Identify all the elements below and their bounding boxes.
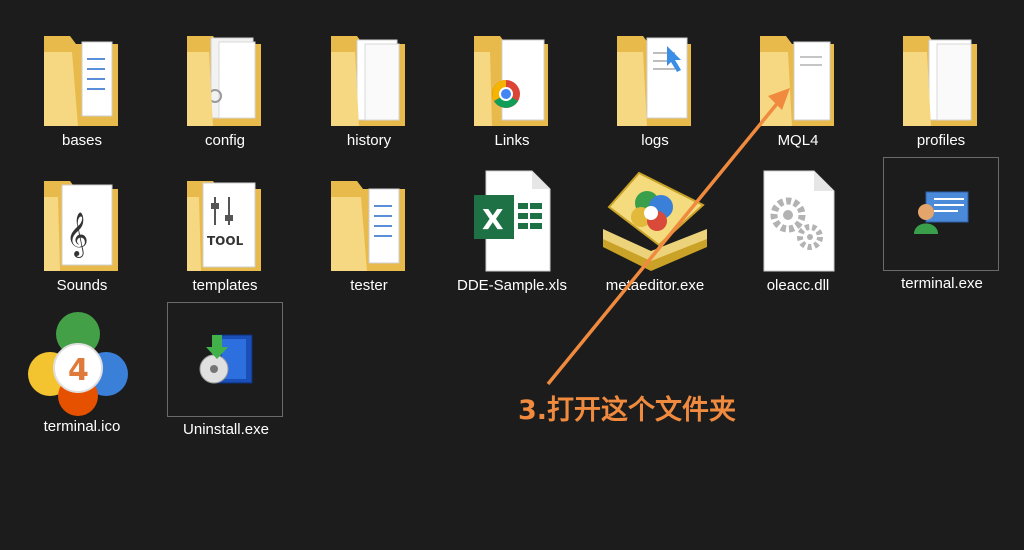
file-label: bases (61, 132, 103, 149)
links-folder-icon (472, 22, 552, 132)
file-item-uninstall-exe[interactable]: Uninstall.exe (167, 302, 283, 438)
file-item-tester[interactable]: tester (305, 161, 433, 297)
folder-icon (329, 167, 409, 277)
file-label: tester (350, 277, 388, 294)
file-explorer-view: bases config history Links logs MQL4 pro… (0, 0, 1024, 550)
file-item-bases[interactable]: bases (18, 16, 146, 152)
file-label: DDE-Sample.xls (456, 277, 568, 294)
svg-text:𝄞: 𝄞 (66, 212, 88, 258)
file-label: metaeditor.exe (605, 277, 705, 294)
file-item-templates[interactable]: TOOL templates (161, 161, 289, 297)
annotation-text: 3.打开这个文件夹 (518, 395, 737, 426)
folder-icon (758, 22, 838, 132)
terminal-app-icon (912, 190, 972, 250)
folder-icon (901, 22, 981, 132)
sounds-folder-icon: 𝄞 (42, 167, 122, 277)
folder-icon (329, 22, 409, 132)
svg-text:TOOL: TOOL (207, 234, 244, 248)
file-label: logs (641, 132, 669, 149)
svg-text:4: 4 (68, 353, 89, 388)
file-item-logs[interactable]: logs (591, 16, 719, 152)
file-label: profiles (916, 132, 966, 149)
file-label: terminal.exe (901, 275, 983, 292)
file-item-mql4[interactable]: MQL4 (734, 16, 862, 152)
file-label: Uninstall.exe (183, 421, 269, 438)
excel-file-icon: X (472, 167, 552, 277)
metatrader4-icon: 4 (24, 308, 136, 418)
file-item-dde-sample-xls[interactable]: X DDE-Sample.xls (448, 161, 576, 297)
file-label: Sounds (56, 277, 108, 294)
folder-icon (615, 22, 695, 132)
dll-file-icon (758, 167, 838, 277)
file-label: templates (192, 277, 258, 294)
svg-text:X: X (482, 203, 504, 236)
file-label: history (346, 132, 392, 149)
file-item-sounds[interactable]: 𝄞 Sounds (18, 161, 146, 297)
metaeditor-app-icon (599, 167, 711, 277)
file-item-oleacc-dll[interactable]: oleacc.dll (734, 161, 862, 297)
file-label: oleacc.dll (766, 277, 830, 294)
file-label: terminal.ico (43, 418, 121, 435)
file-label: MQL4 (777, 132, 819, 149)
templates-folder-icon: TOOL (185, 167, 265, 277)
installer-icon (198, 331, 258, 391)
folder-icon (185, 22, 265, 132)
file-item-metaeditor-exe[interactable]: metaeditor.exe (591, 161, 719, 297)
folder-icon (42, 22, 122, 132)
file-item-terminal-ico[interactable]: 4 terminal.ico (18, 302, 146, 438)
file-label: Links (494, 132, 530, 149)
file-item-terminal-exe[interactable]: terminal.exe (883, 157, 999, 292)
file-item-history[interactable]: history (305, 16, 433, 152)
file-item-profiles[interactable]: profiles (877, 16, 1005, 152)
file-label: config (204, 132, 246, 149)
file-item-links[interactable]: Links (448, 16, 576, 152)
file-item-config[interactable]: config (161, 16, 289, 152)
